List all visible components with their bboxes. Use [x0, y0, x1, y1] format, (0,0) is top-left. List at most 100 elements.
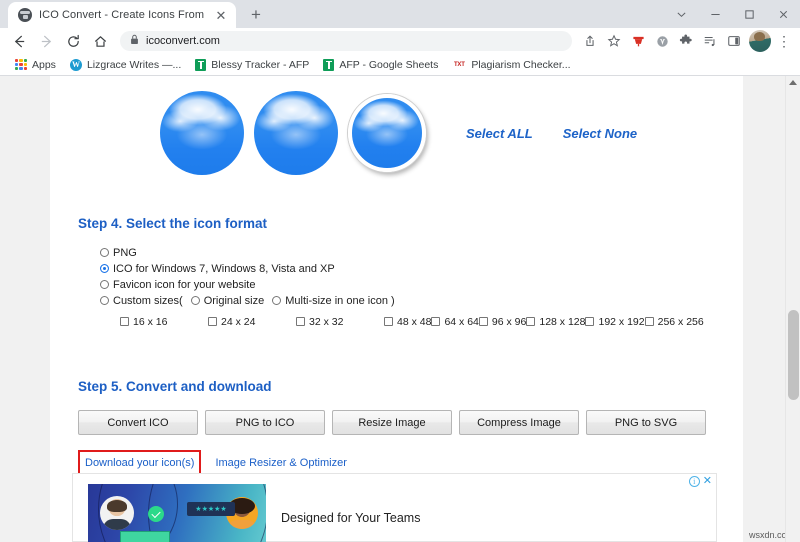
format-option-ico[interactable]: ICO for Windows 7, Windows 8, Vista and …	[100, 261, 704, 276]
size-checkbox-24[interactable]: 24 x 24	[208, 315, 296, 328]
size-checkbox-grid: 16 x 16 24 x 24 32 x 32 48 x 48 64 x 64 …	[120, 315, 704, 328]
checkbox-icon[interactable]	[296, 317, 305, 326]
back-icon[interactable]	[6, 28, 33, 54]
scrollbar-thumb[interactable]	[788, 310, 799, 400]
checkbox-icon[interactable]	[585, 317, 595, 326]
size-checkbox-64[interactable]: 64 x 64	[431, 315, 479, 328]
format-option-favicon[interactable]: Favicon icon for your website	[100, 277, 704, 292]
new-tab-button[interactable]: +	[242, 2, 270, 28]
wordpress-icon: W	[69, 58, 82, 71]
scroll-up-arrow-icon[interactable]	[789, 80, 797, 85]
format-option-png[interactable]: PNG	[100, 245, 704, 260]
size-label: 24 x 24	[221, 315, 256, 328]
size-label: 48 x 48	[397, 315, 432, 328]
select-none-link[interactable]: Select None	[563, 126, 637, 141]
address-bar[interactable]: icoconvert.com	[120, 31, 572, 51]
browser-tab[interactable]: ICO Convert - Create Icons From ✕	[8, 2, 236, 28]
size-checkbox-48[interactable]: 48 x 48	[384, 315, 431, 328]
checkbox-icon[interactable]	[120, 317, 129, 326]
checkbox-icon[interactable]	[431, 317, 441, 326]
convert-ico-button[interactable]: Convert ICO	[78, 410, 198, 435]
puzzle-extensions-icon[interactable]	[674, 29, 698, 53]
reading-list-icon[interactable]	[698, 29, 722, 53]
extension-gray-icon[interactable]	[650, 29, 674, 53]
option-label: PNG	[113, 246, 137, 259]
extension-red-icon[interactable]	[626, 29, 650, 53]
resize-image-button[interactable]: Resize Image	[332, 410, 452, 435]
size-checkbox-192[interactable]: 192 x 192	[585, 315, 645, 328]
checkbox-icon[interactable]	[478, 317, 488, 326]
size-checkbox-256[interactable]: 256 x 256	[644, 315, 704, 328]
bookmark-afp-google-sheets[interactable]: AFP - Google Sheets	[316, 58, 445, 71]
image-resizer-optimizer-link[interactable]: Image Resizer & Optimizer	[215, 457, 346, 469]
select-all-link[interactable]: Select ALL	[466, 126, 533, 141]
size-checkbox-96[interactable]: 96 x 96	[478, 315, 526, 328]
download-icons-link[interactable]: Download your icon(s)	[85, 457, 194, 469]
url-text: icoconvert.com	[146, 35, 220, 47]
size-checkbox-32[interactable]: 32 x 32	[296, 315, 384, 328]
tab-title: ICO Convert - Create Icons From	[39, 9, 205, 21]
option-label: Custom sizes(	[113, 294, 183, 307]
option-label: Multi-size in one icon )	[285, 294, 395, 307]
browser-window: ICO Convert - Create Icons From ✕ + icoc…	[0, 0, 800, 542]
size-label: 64 x 64	[444, 315, 479, 328]
google-sheets-icon	[195, 58, 207, 71]
radio-icon[interactable]	[100, 248, 109, 257]
radio-icon[interactable]	[100, 296, 109, 305]
step5-title: Step 5. Convert and download	[78, 379, 272, 394]
cloud-thumb-1[interactable]	[160, 91, 244, 175]
bookmark-blessy-tracker[interactable]: Blessy Tracker - AFP	[188, 58, 316, 71]
maximize-icon[interactable]	[732, 0, 766, 28]
ad-image: ★★★★★	[88, 484, 266, 542]
browser-menu-icon[interactable]: ⋮	[774, 33, 794, 50]
home-icon[interactable]	[87, 28, 114, 54]
format-option-original[interactable]: Original size	[190, 294, 265, 307]
size-checkbox-128[interactable]: 128 x 128	[526, 315, 585, 328]
tab-search-icon[interactable]	[664, 0, 698, 28]
bookmark-lizgrace-writes[interactable]: W Lizgrace Writes —...	[63, 58, 188, 71]
ad-avatar-left	[100, 496, 134, 530]
checkbox-icon[interactable]	[208, 317, 217, 326]
format-option-custom[interactable]: Custom sizes( Original size Multi-size i…	[100, 293, 704, 308]
minimize-icon[interactable]	[698, 0, 732, 28]
compress-image-button[interactable]: Compress Image	[459, 410, 579, 435]
share-icon[interactable]	[578, 29, 602, 53]
adchoices-info-icon[interactable]: i	[688, 476, 700, 487]
size-label: 128 x 128	[539, 315, 586, 328]
radio-icon[interactable]	[272, 296, 282, 305]
advertisement-banner[interactable]: ★★★★★ Designed for Your Teams i ✕	[72, 473, 717, 542]
format-option-multisize[interactable]: Multi-size in one icon )	[272, 294, 395, 307]
tab-strip: ICO Convert - Create Icons From ✕ +	[0, 0, 800, 28]
apps-grid-icon	[15, 58, 27, 71]
google-sheets-icon	[323, 58, 335, 71]
bookmark-star-icon[interactable]	[602, 29, 626, 53]
radio-icon-selected[interactable]	[100, 264, 109, 273]
step4-section: Step 4. Select the icon format PNG ICO f…	[78, 216, 704, 328]
cloud-thumb-2[interactable]	[254, 91, 338, 175]
bookmark-plagiarism-checker[interactable]: TXT Plagiarism Checker...	[445, 59, 577, 71]
size-checkbox-16[interactable]: 16 x 16	[120, 315, 208, 328]
radio-icon[interactable]	[100, 280, 109, 289]
window-close-icon[interactable]	[766, 0, 800, 28]
option-label: Original size	[203, 294, 265, 307]
bookmark-apps[interactable]: Apps	[8, 58, 63, 71]
ad-headline: Designed for Your Teams	[281, 511, 421, 525]
checkbox-icon[interactable]	[644, 317, 654, 326]
png-to-ico-button[interactable]: PNG to ICO	[205, 410, 325, 435]
checkbox-icon[interactable]	[384, 317, 393, 326]
radio-icon[interactable]	[190, 296, 200, 305]
step5-section: Step 5. Convert and download Convert ICO…	[78, 379, 706, 475]
png-to-svg-button[interactable]: PNG to SVG	[586, 410, 706, 435]
page-content-sheet: Select ALL Select None Step 4. Select th…	[50, 76, 743, 542]
reload-icon[interactable]	[60, 28, 87, 54]
forward-icon[interactable]	[33, 28, 60, 54]
close-icon[interactable]: ✕	[214, 9, 228, 22]
checkbox-icon[interactable]	[526, 317, 536, 326]
page-scrollbar[interactable]	[785, 76, 800, 542]
side-panel-icon[interactable]	[722, 29, 746, 53]
lock-icon	[130, 32, 139, 50]
size-label: 16 x 16	[133, 315, 168, 328]
cloud-thumb-3[interactable]	[348, 94, 426, 172]
avatar[interactable]	[749, 30, 771, 52]
ad-close-icon[interactable]: ✕	[703, 476, 712, 487]
